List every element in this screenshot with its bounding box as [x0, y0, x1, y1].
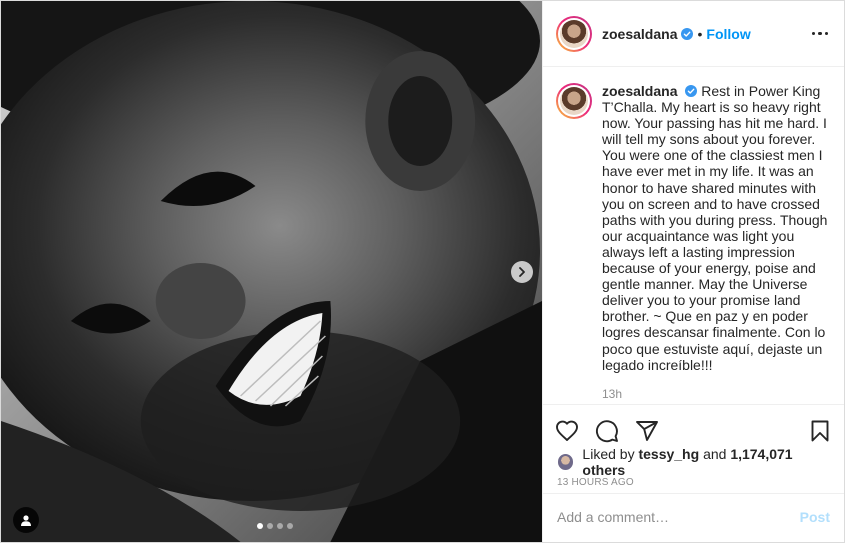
- verified-badge-icon: [685, 85, 698, 97]
- post-comment-button[interactable]: Post: [800, 509, 830, 525]
- author-username[interactable]: zoesaldana: [602, 26, 677, 42]
- tagged-users-button[interactable]: [13, 507, 39, 533]
- action-bar: [543, 411, 844, 451]
- liked-prefix: Liked by: [582, 446, 635, 462]
- liked-user[interactable]: tessy_hg: [638, 446, 699, 462]
- liker-avatar[interactable]: [557, 453, 575, 471]
- more-options-button[interactable]: [808, 28, 833, 40]
- comment-icon[interactable]: [595, 419, 619, 443]
- caption: zoesaldana Rest in Power King T’Challa. …: [556, 83, 832, 373]
- caption-avatar[interactable]: [556, 83, 592, 119]
- carousel-dot: [277, 523, 283, 529]
- next-slide-button[interactable]: [511, 261, 533, 283]
- caption-username[interactable]: zoesaldana: [602, 83, 677, 99]
- post-sidebar: zoesaldana • Follow zoesaldana Rest in P…: [542, 1, 844, 542]
- bookmark-icon[interactable]: [808, 419, 832, 443]
- post-photo: [1, 1, 542, 542]
- verified-badge-icon: [681, 27, 694, 40]
- more-options-icon: [811, 31, 815, 36]
- carousel-dot: [287, 523, 293, 529]
- post-modal: zoesaldana • Follow zoesaldana Rest in P…: [0, 0, 845, 543]
- post-media[interactable]: [1, 1, 542, 542]
- post-footer: Liked by tessy_hg and 1,174,071 others 1…: [543, 404, 844, 540]
- heart-icon[interactable]: [555, 419, 579, 443]
- liked-and: and: [703, 446, 727, 462]
- likes-summary: Liked by tessy_hg and 1,174,071 others: [543, 446, 844, 478]
- carousel-dot: [257, 523, 263, 529]
- next-arrow-icon: [519, 267, 525, 277]
- carousel-indicator: [257, 523, 293, 529]
- header-separator: •: [697, 25, 703, 42]
- follow-button[interactable]: Follow: [706, 26, 750, 42]
- user-tag-icon: [21, 515, 31, 526]
- author-avatar[interactable]: [556, 15, 592, 52]
- caption-age[interactable]: 13h: [602, 387, 832, 401]
- caption-body: Rest in Power King T’Challa. My heart is…: [602, 83, 828, 373]
- post-timestamp[interactable]: 13 HOURS AGO: [543, 477, 844, 488]
- carousel-dot: [267, 523, 273, 529]
- share-icon[interactable]: [635, 419, 659, 443]
- comment-input[interactable]: [557, 509, 800, 525]
- add-comment-form: Post: [543, 493, 844, 540]
- post-header: zoesaldana • Follow: [543, 1, 844, 67]
